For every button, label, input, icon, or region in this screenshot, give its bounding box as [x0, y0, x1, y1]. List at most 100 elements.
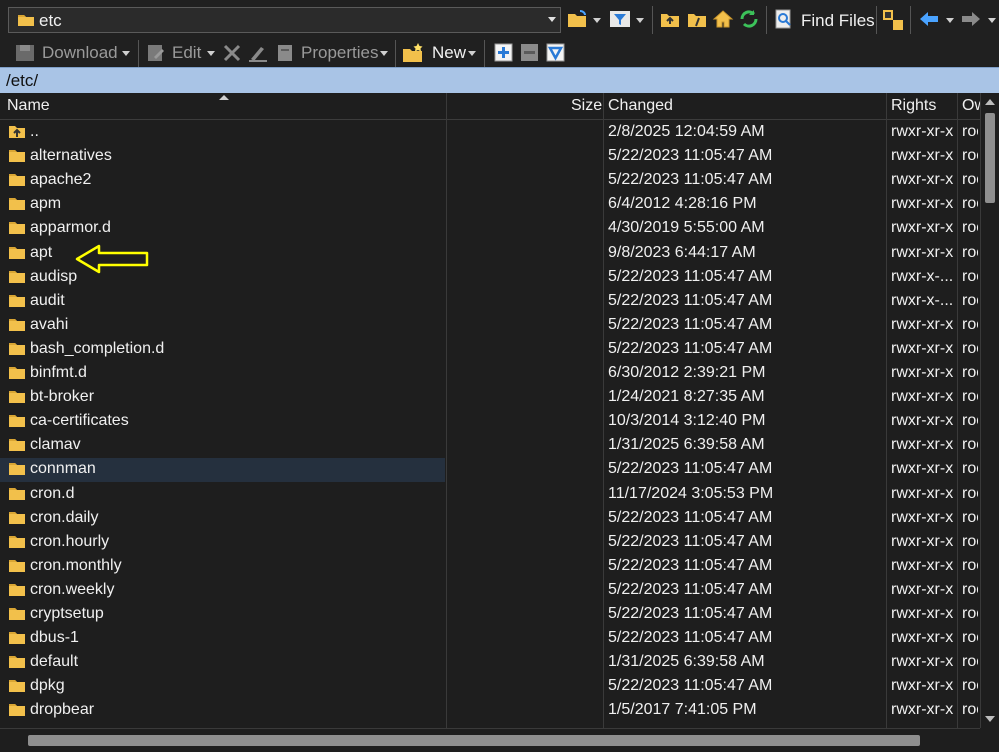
vertical-scrollbar[interactable] — [980, 93, 999, 728]
delete-icon[interactable] — [222, 43, 242, 68]
parent-dir-icon[interactable] — [660, 9, 680, 31]
file-row[interactable]: connman 5/22/2023 11:05:47 AM rwxr-xr-x roo… — [0, 458, 980, 483]
file-row[interactable]: cryptsetup 5/22/2023 11:05:47 AM rwxr-xr-x… — [0, 603, 980, 627]
file-list[interactable]: Name Size Changed Rights Ow .. 2/8/2025 1… — [0, 93, 999, 752]
file-name: apparmor.d — [30, 219, 111, 237]
file-owner: root — [962, 556, 978, 574]
file-row[interactable]: avahi 5/22/2023 11:05:47 AM rwxr-xr-x root — [0, 314, 980, 338]
properties-button[interactable]: Properties — [301, 43, 378, 63]
file-row[interactable]: apparmor.d 4/30/2019 5:55:00 AM rwxr-xr-x r… — [0, 217, 980, 241]
file-row[interactable]: dpkg 5/22/2023 11:05:47 AM rwxr-xr-x root — [0, 675, 980, 699]
horizontal-scrollbar[interactable] — [0, 728, 980, 752]
file-owner: root — [962, 195, 978, 213]
file-name: cron.d — [30, 484, 75, 502]
file-rights: rwxr-xr-x — [891, 339, 954, 357]
chevron-down-icon[interactable] — [548, 17, 556, 22]
file-row[interactable]: binfmt.d 6/30/2012 2:39:21 PM rwxr-xr-x roo… — [0, 362, 980, 386]
file-row[interactable]: bash_completion.d 5/22/2023 11:05:47 AM rw… — [0, 338, 980, 362]
current-path-bar: /etc/ — [0, 67, 999, 93]
file-changed: 9/8/2023 6:44:17 AM — [608, 243, 756, 261]
home-icon[interactable] — [712, 9, 734, 31]
filter-icon[interactable] — [609, 9, 631, 31]
file-row[interactable]: cron.d 11/17/2024 3:05:53 PM rwxr-xr-x root — [0, 483, 980, 507]
download-button[interactable]: Download — [42, 43, 118, 63]
file-rights: rwxr-xr-x — [891, 147, 954, 165]
folder-icon — [8, 534, 26, 554]
file-row[interactable]: audit 5/22/2023 11:05:47 AM rwxr-x-... root — [0, 290, 980, 314]
sync-browse-icon[interactable] — [882, 9, 904, 31]
chevron-down-icon[interactable] — [207, 51, 215, 56]
file-row[interactable]: apache2 5/22/2023 11:05:47 AM rwxr-xr-x roo… — [0, 169, 980, 193]
rename-icon[interactable] — [247, 43, 269, 68]
download-icon[interactable] — [14, 43, 36, 68]
scrollbar-thumb[interactable] — [985, 113, 995, 203]
find-files-icon[interactable] — [774, 9, 794, 31]
column-rights[interactable]: Rights — [891, 93, 936, 119]
find-files-button[interactable]: Find Files — [801, 11, 875, 31]
file-changed: 1/31/2025 6:39:58 AM — [608, 436, 765, 454]
file-row[interactable]: cron.weekly 5/22/2023 11:05:47 AM rwxr-xr-… — [0, 579, 980, 603]
file-row[interactable]: clamav 1/31/2025 6:39:58 AM rwxr-xr-x root — [0, 434, 980, 458]
chevron-down-icon[interactable] — [636, 18, 644, 23]
scroll-up-icon[interactable] — [985, 99, 995, 105]
new-button[interactable]: New — [432, 43, 466, 63]
root-dir-icon[interactable] — [687, 9, 707, 31]
edit-icon[interactable] — [146, 43, 166, 68]
forward-arrow-icon[interactable] — [960, 9, 982, 31]
chevron-down-icon[interactable] — [593, 18, 601, 23]
file-changed: 1/31/2025 6:39:58 AM — [608, 653, 765, 671]
file-name: cron.hourly — [30, 532, 110, 550]
open-folder-icon[interactable] — [566, 9, 588, 31]
folder-icon — [8, 172, 26, 192]
file-row[interactable]: default 1/31/2025 6:39:58 AM rwxr-xr-x root — [0, 651, 980, 675]
file-changed: 5/22/2023 11:05:47 AM — [608, 677, 773, 695]
file-row[interactable]: dropbear 1/5/2017 7:41:05 PM rwxr-xr-x root — [0, 699, 980, 723]
file-row[interactable]: dbus-1 5/22/2023 11:05:47 AM rwxr-xr-x root — [0, 627, 980, 651]
back-arrow-icon[interactable] — [918, 9, 940, 31]
chevron-down-icon[interactable] — [988, 18, 996, 23]
file-row[interactable]: alternatives 5/22/2023 11:05:47 AM rwxr-xr… — [0, 145, 980, 169]
file-rights: rwxr-xr-x — [891, 243, 954, 261]
file-row[interactable]: ca-certificates 10/3/2014 3:12:40 PM rwxr-… — [0, 410, 980, 434]
column-owner[interactable]: Ow — [962, 93, 980, 119]
file-row[interactable]: apm 6/4/2012 4:28:16 PM rwxr-xr-x root — [0, 193, 980, 217]
chevron-down-icon[interactable] — [468, 51, 476, 56]
file-rights: rwxr-xr-x — [891, 556, 954, 574]
file-rights: rwxr-xr-x — [891, 532, 954, 550]
edit-button[interactable]: Edit — [172, 43, 201, 63]
collapse-minus-icon[interactable] — [520, 43, 539, 67]
column-changed[interactable]: Changed — [608, 93, 673, 119]
file-changed: 5/22/2023 11:05:47 AM — [608, 147, 773, 165]
path-combobox[interactable]: etc — [8, 7, 561, 33]
scrollbar-thumb[interactable] — [28, 735, 920, 746]
file-name: avahi — [30, 315, 69, 333]
folder-icon — [17, 12, 35, 32]
column-size[interactable]: Size — [571, 93, 602, 119]
folder-icon — [8, 606, 26, 626]
chevron-down-icon[interactable] — [122, 51, 130, 56]
file-name: clamav — [30, 436, 81, 454]
file-rights: rwxr-xr-x — [891, 364, 954, 381]
folder-icon — [8, 461, 26, 481]
file-row[interactable]: bt-broker 1/24/2021 8:27:35 AM rwxr-xr-x ro… — [0, 386, 980, 410]
invert-selection-icon[interactable] — [546, 43, 565, 67]
scroll-down-icon[interactable] — [985, 716, 995, 722]
column-name[interactable]: Name — [7, 93, 50, 119]
file-owner: root — [962, 171, 978, 189]
chevron-down-icon[interactable] — [380, 51, 388, 56]
file-owner: root — [962, 484, 978, 502]
file-name: apm — [30, 195, 62, 213]
file-row[interactable]: cron.hourly 5/22/2023 11:05:47 AM rwxr-xr-… — [0, 531, 980, 555]
file-row[interactable]: cron.monthly 5/22/2023 11:05:47 AM rwxr-xr… — [0, 555, 980, 579]
properties-icon[interactable] — [275, 43, 295, 68]
file-name: apt — [30, 243, 53, 261]
file-rights: rwxr-x-... — [891, 267, 954, 285]
chevron-down-icon[interactable] — [946, 18, 954, 23]
new-icon[interactable] — [402, 42, 424, 69]
parent-directory-row[interactable]: .. 2/8/2025 12:04:59 AM rwxr-xr-x root — [0, 121, 980, 145]
separator — [138, 40, 139, 68]
expand-plus-icon[interactable] — [494, 43, 513, 67]
refresh-icon[interactable] — [738, 9, 760, 31]
file-changed: 5/22/2023 11:05:47 AM — [608, 556, 773, 574]
file-row[interactable]: cron.daily 5/22/2023 11:05:47 AM rwxr-xr-x… — [0, 507, 980, 531]
